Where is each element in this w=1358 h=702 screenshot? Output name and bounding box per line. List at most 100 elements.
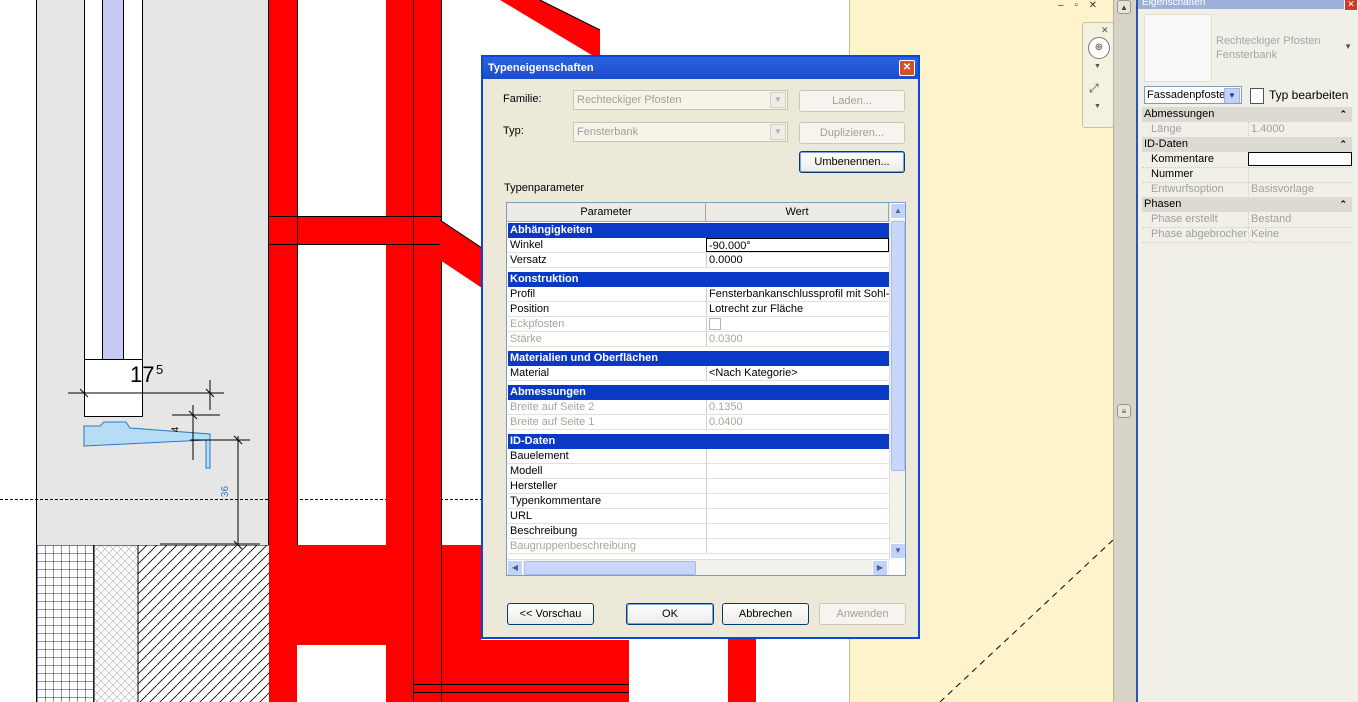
- edit-type-button[interactable]: Typ bearbeiten: [1248, 86, 1358, 104]
- navigation-bar[interactable]: ✕ ⊕ ▼ ⤢ ▼: [1082, 22, 1113, 128]
- zoom-region-icon[interactable]: ⤢: [1089, 81, 1099, 96]
- grid-row: Stärke 0.0300: [508, 332, 889, 347]
- property-name: Phase erstellt: [1151, 213, 1218, 225]
- chevron-down-icon[interactable]: ▼: [1094, 103, 1101, 110]
- column-header-parameter[interactable]: Parameter: [507, 203, 706, 221]
- scroll-left-icon[interactable]: ◀: [507, 560, 523, 575]
- scroll-thumb[interactable]: [891, 221, 905, 471]
- type-preview-image: [1144, 14, 1212, 82]
- scroll-right-icon[interactable]: ▶: [872, 560, 888, 575]
- chevron-down-icon[interactable]: ▼: [1344, 42, 1352, 51]
- parameter-name: Typenkommentare: [510, 495, 602, 507]
- property-row[interactable]: Nummer: [1142, 167, 1352, 183]
- property-name: Phase abgebrochen: [1151, 228, 1247, 240]
- property-value: Basisvorlage: [1248, 182, 1352, 196]
- parameter-name: URL: [510, 510, 533, 522]
- parameter-value[interactable]: [706, 464, 889, 478]
- grid-header: Parameter Wert: [507, 203, 889, 222]
- red-outline: [413, 0, 414, 702]
- scroll-down-icon[interactable]: ▼: [890, 543, 905, 559]
- parameter-value[interactable]: [706, 524, 889, 538]
- scroll-thumb[interactable]: [524, 561, 696, 575]
- eckpfosten-checkbox: [706, 317, 889, 331]
- rename-button[interactable]: Umbenennen...: [799, 151, 905, 173]
- parameter-value[interactable]: [706, 509, 889, 523]
- close-icon[interactable]: ✕: [1344, 0, 1358, 11]
- instance-filter-select[interactable]: Fassadenpfoste ▼: [1144, 86, 1242, 104]
- duplicate-button: Duplizieren...: [799, 122, 905, 144]
- edit-type-label: Typ bearbeiten: [1269, 88, 1349, 102]
- collapse-icon[interactable]: ⌃: [1339, 107, 1347, 122]
- close-icon[interactable]: ✕: [1101, 25, 1109, 36]
- grid-category: Abhängigkeiten: [508, 223, 889, 238]
- preview-button[interactable]: << Vorschau: [507, 603, 594, 625]
- parameter-value[interactable]: Fensterbankanschlussprofil mit Sohl- u: [706, 287, 889, 301]
- parameter-name: Versatz: [510, 254, 547, 266]
- grid-category: ID-Daten: [508, 434, 889, 449]
- grid-row[interactable]: Bauelement: [508, 449, 889, 464]
- view-window-controls[interactable]: – ▫ ✕: [1058, 0, 1113, 11]
- edit-type-icon: [1250, 87, 1264, 104]
- family-select: Rechteckiger Pfosten ▼: [573, 90, 788, 110]
- chevron-down-icon[interactable]: ▼: [1094, 63, 1101, 70]
- category-abmessungen[interactable]: Abmessungen ⌃: [1142, 107, 1352, 122]
- grid-row[interactable]: Beschreibung: [508, 524, 889, 539]
- grid-row[interactable]: Versatz 0.0000: [508, 253, 889, 268]
- comment-input[interactable]: [1248, 152, 1352, 166]
- parameter-value[interactable]: 0.0000: [706, 253, 889, 267]
- property-name: Kommentare: [1151, 153, 1214, 165]
- parameter-name: Modell: [510, 465, 543, 477]
- collapse-icon[interactable]: ⌃: [1339, 197, 1347, 212]
- apply-button: Anwenden: [819, 603, 906, 625]
- close-icon[interactable]: ✕: [899, 60, 915, 76]
- red-outline: [414, 692, 629, 693]
- window-glass: [102, 0, 124, 360]
- category-label: Abmessungen: [1144, 108, 1215, 120]
- splitter-handle-icon[interactable]: ≡: [1117, 404, 1131, 418]
- type-parameters-grid[interactable]: Parameter Wert Abhängigkeiten Winkel -90.0…: [506, 202, 906, 576]
- parameter-value[interactable]: [706, 494, 889, 508]
- red-post: [728, 639, 756, 702]
- grid-row[interactable]: Typenkommentare: [508, 494, 889, 509]
- parameter-name: Breite auf Seite 2: [510, 401, 595, 413]
- property-value: 1.4000: [1248, 122, 1352, 136]
- grid-row[interactable]: Winkel -90.000°: [508, 238, 889, 253]
- palette-title: Eigenschaften: [1138, 0, 1358, 9]
- grid-row[interactable]: Hersteller: [508, 479, 889, 494]
- parameter-value[interactable]: [706, 479, 889, 493]
- cancel-button[interactable]: Abbrechen: [722, 603, 809, 625]
- horizontal-scrollbar[interactable]: ◀ ▶: [507, 559, 889, 575]
- grid-row[interactable]: Modell: [508, 464, 889, 479]
- ok-button[interactable]: OK: [626, 603, 714, 625]
- vertical-scrollbar[interactable]: ▲ ▼: [889, 203, 905, 559]
- steering-wheel-icon[interactable]: ⊕: [1088, 37, 1110, 59]
- category-phasen[interactable]: Phasen ⌃: [1142, 197, 1352, 212]
- dimension-label-vertical: 36: [220, 485, 232, 498]
- property-value[interactable]: [1248, 167, 1352, 181]
- grid-row[interactable]: Profil Fensterbankanschlussprofil mit Soh…: [508, 287, 889, 302]
- parameter-name: Breite auf Seite 1: [510, 416, 595, 428]
- family-label: Familie:: [503, 93, 542, 105]
- dimension-superscript: 5: [156, 362, 164, 377]
- parameter-value[interactable]: <Nach Kategorie>: [706, 366, 889, 380]
- palette-splitter[interactable]: ▲ ≡: [1113, 0, 1136, 702]
- grid-row[interactable]: Material <Nach Kategorie>: [508, 366, 889, 381]
- parameter-value[interactable]: -90.000°: [706, 238, 889, 252]
- parameter-value[interactable]: Lotrecht zur Fläche: [706, 302, 889, 316]
- parameter-value[interactable]: [706, 449, 889, 463]
- red-outline: [269, 216, 442, 217]
- column-header-wert[interactable]: Wert: [706, 203, 889, 221]
- property-row: Entwurfsoption Basisvorlage: [1142, 182, 1352, 198]
- chevron-down-icon[interactable]: ▼: [1224, 88, 1240, 103]
- properties-palette: Eigenschaften ✕ Rechteckiger Pfosten Fen…: [1136, 0, 1358, 702]
- grid-row[interactable]: URL: [508, 509, 889, 524]
- grid-row[interactable]: Position Lotrecht zur Fläche: [508, 302, 889, 317]
- property-row[interactable]: Kommentare: [1142, 152, 1352, 168]
- parameter-name: Stärke: [510, 333, 542, 345]
- collapse-arrow-icon[interactable]: ▲: [1117, 0, 1131, 14]
- category-label: ID-Daten: [1144, 138, 1189, 150]
- category-id-daten[interactable]: ID-Daten ⌃: [1142, 137, 1352, 152]
- scroll-up-icon[interactable]: ▲: [890, 203, 905, 219]
- type-selector[interactable]: Rechteckiger Pfosten Fensterbank: [1216, 34, 1346, 62]
- collapse-icon[interactable]: ⌃: [1339, 137, 1347, 152]
